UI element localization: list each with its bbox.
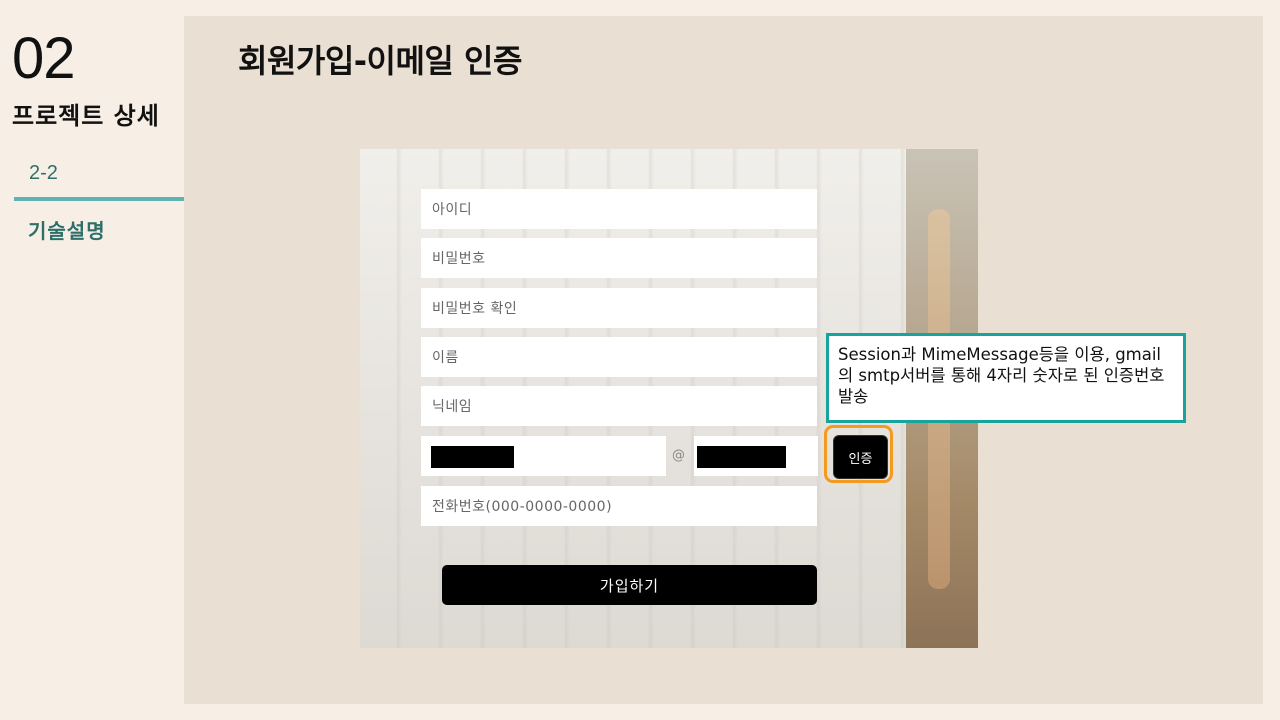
password-input[interactable]: 비밀번호 bbox=[421, 238, 817, 278]
email-at-sign: @ bbox=[672, 448, 685, 463]
name-input[interactable]: 이름 bbox=[421, 337, 817, 377]
sidebar-divider bbox=[14, 197, 184, 201]
password-confirm-input[interactable]: 비밀번호 확인 bbox=[421, 288, 817, 328]
redaction-bar bbox=[697, 446, 786, 468]
slide-sidebar: 02 프로젝트 상세 2-2 기술설명 bbox=[0, 0, 184, 720]
phone-input[interactable]: 전화번호(000-0000-0000) bbox=[421, 486, 817, 526]
email-local-input[interactable] bbox=[421, 436, 666, 476]
subsection-number: 2-2 bbox=[29, 162, 58, 184]
email-domain-input[interactable] bbox=[694, 436, 818, 476]
slide-title: 회원가입-이메일 인증 bbox=[238, 42, 522, 80]
id-input[interactable]: 아이디 bbox=[421, 189, 817, 229]
signup-submit-button[interactable]: 가입하기 bbox=[442, 565, 817, 605]
section-number: 02 bbox=[12, 26, 76, 91]
annotation-callout: Session과 MimeMessage등을 이용, gmail의 smtp서버… bbox=[826, 333, 1186, 423]
redaction-bar bbox=[431, 446, 514, 468]
verify-button[interactable]: 인증 bbox=[834, 436, 887, 478]
subsection-title: 기술설명 bbox=[28, 219, 106, 243]
section-title: 프로젝트 상세 bbox=[12, 102, 160, 130]
nickname-input[interactable]: 닉네임 bbox=[421, 386, 817, 426]
